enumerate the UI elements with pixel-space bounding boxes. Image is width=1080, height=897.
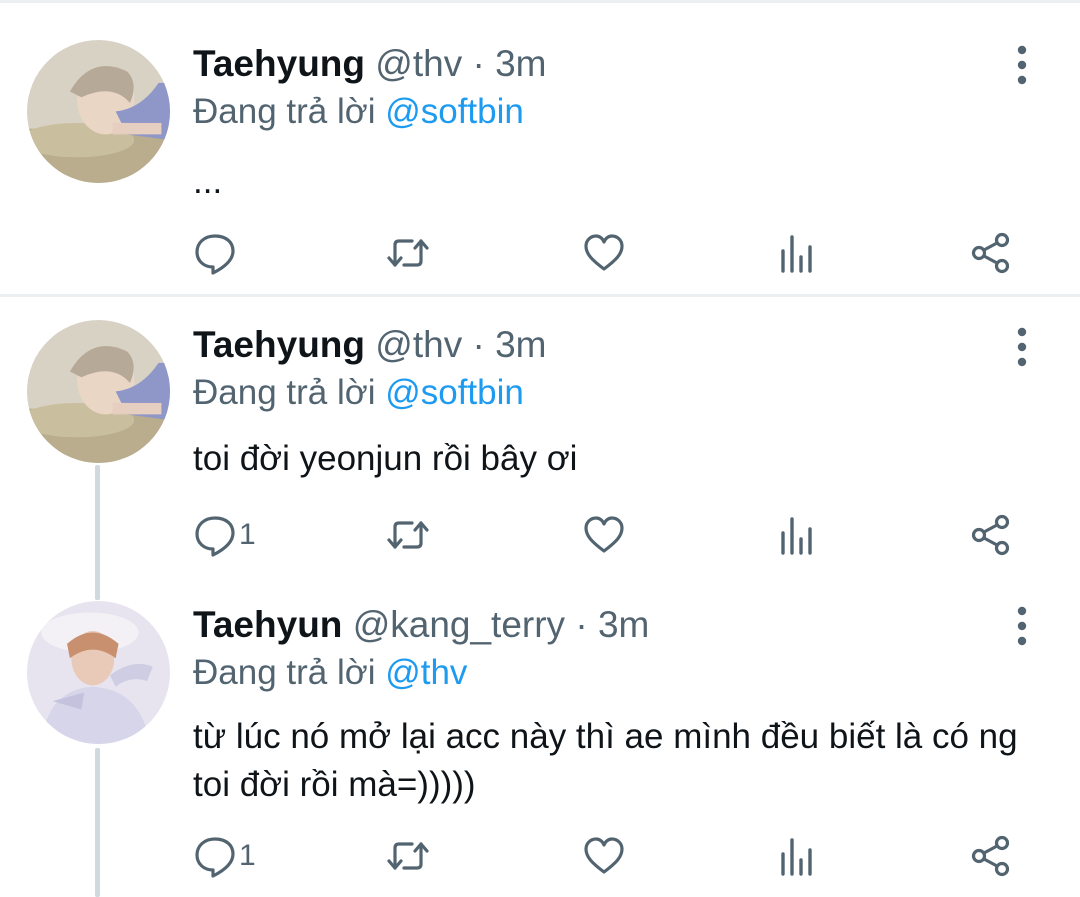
tweet-header: Taehyun @kang_terry · 3m — [193, 603, 649, 647]
replying-to-label: Đang trả lời — [193, 653, 376, 692]
reply-icon — [193, 834, 237, 878]
views-button[interactable] — [775, 228, 819, 278]
retweet-icon — [386, 834, 430, 878]
timestamp[interactable]: 3m — [598, 604, 649, 645]
replying-to: Đang trả lời @thv — [193, 651, 467, 695]
avatar[interactable] — [27, 601, 170, 744]
tweet-1[interactable]: Taehyung @thv · 3m Đang trả lời @softbin… — [0, 0, 1080, 296]
display-name[interactable]: Taehyun — [193, 604, 342, 645]
views-icon — [775, 513, 819, 557]
reply-count: 1 — [239, 518, 256, 551]
tweet-header: Taehyung @thv · 3m — [193, 42, 547, 86]
avatar[interactable] — [27, 320, 170, 463]
display-name[interactable]: Taehyung — [193, 324, 365, 365]
user-handle[interactable]: @thv — [375, 43, 462, 84]
timestamp[interactable]: 3m — [495, 43, 546, 84]
tweet-text: toi đời yeonjun rồi bây ơi — [193, 439, 578, 478]
replying-to-label: Đang trả lời — [193, 92, 376, 131]
replying-to-mention[interactable]: @softbin — [385, 373, 524, 412]
reply-button[interactable]: 1 — [193, 510, 256, 560]
tweet-3[interactable]: Taehyun @kang_terry · 3m Đang trả lời @t… — [0, 584, 1080, 897]
views-icon — [775, 231, 819, 275]
share-button[interactable] — [969, 228, 1013, 278]
like-button[interactable] — [582, 510, 626, 560]
tweet-text: từ lúc nó mở lại acc này thì ae mình đều… — [193, 717, 1018, 804]
replying-to: Đang trả lời @softbin — [193, 90, 524, 134]
replying-to-label: Đang trả lời — [193, 373, 376, 412]
timestamp[interactable]: 3m — [495, 324, 546, 365]
retweet-button[interactable] — [386, 831, 430, 881]
separator-dot: · — [472, 324, 485, 365]
avatar[interactable] — [27, 40, 170, 183]
retweet-icon — [386, 513, 430, 557]
user-handle[interactable]: @thv — [375, 324, 462, 365]
more-options-icon[interactable] — [1005, 45, 1039, 85]
reply-button[interactable] — [193, 228, 239, 278]
like-icon — [582, 231, 626, 275]
replying-to-mention[interactable]: @thv — [385, 653, 467, 692]
tweet-actions: 1 — [0, 510, 1080, 560]
views-button[interactable] — [775, 831, 819, 881]
thread-line — [95, 584, 100, 600]
like-button[interactable] — [582, 228, 626, 278]
reply-icon — [193, 513, 237, 557]
tweet-actions: 1 — [0, 831, 1080, 881]
share-icon — [969, 513, 1013, 557]
tweet-2[interactable]: Taehyung @thv · 3m Đang trả lời @softbin… — [0, 297, 1080, 600]
share-icon — [969, 834, 1013, 878]
user-handle[interactable]: @kang_terry — [353, 604, 565, 645]
retweet-button[interactable] — [386, 510, 430, 560]
tweet-text: ... — [193, 162, 223, 201]
reply-button[interactable]: 1 — [193, 831, 256, 881]
display-name[interactable]: Taehyung — [193, 43, 365, 84]
share-button[interactable] — [969, 510, 1013, 560]
replying-to: Đang trả lời @softbin — [193, 371, 524, 415]
reply-icon — [193, 231, 237, 275]
separator-dot: · — [575, 604, 588, 645]
reply-count: 1 — [239, 839, 256, 872]
like-icon — [582, 834, 626, 878]
views-icon — [775, 834, 819, 878]
views-button[interactable] — [775, 510, 819, 560]
tweet-actions — [0, 228, 1080, 278]
retweet-icon — [386, 231, 430, 275]
share-icon — [969, 231, 1013, 275]
more-options-icon[interactable] — [1005, 327, 1039, 367]
tweet-header: Taehyung @thv · 3m — [193, 323, 547, 367]
like-button[interactable] — [582, 831, 626, 881]
like-icon — [582, 513, 626, 557]
retweet-button[interactable] — [386, 228, 430, 278]
share-button[interactable] — [969, 831, 1013, 881]
separator-dot: · — [472, 43, 485, 84]
more-options-icon[interactable] — [1005, 606, 1039, 646]
replying-to-mention[interactable]: @softbin — [385, 92, 524, 131]
